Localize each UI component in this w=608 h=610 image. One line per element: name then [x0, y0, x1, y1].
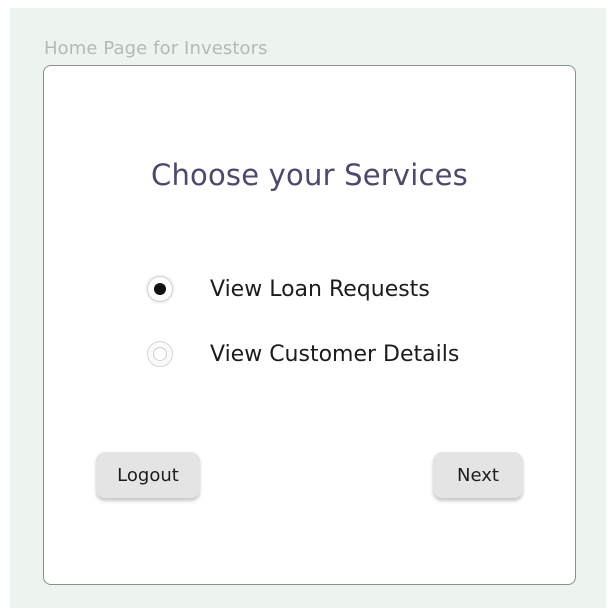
option-label: View Loan Requests — [210, 276, 430, 302]
option-view-loan-requests[interactable]: View Loan Requests — [147, 276, 430, 302]
services-card: Choose your Services View Loan Requests … — [43, 65, 576, 585]
radio-dot — [154, 283, 166, 295]
next-button[interactable]: Next — [433, 452, 523, 498]
radio-unselected-icon[interactable] — [147, 341, 173, 367]
option-view-customer-details[interactable]: View Customer Details — [147, 341, 459, 367]
page-title: Choose your Services — [151, 158, 468, 192]
radio-ring — [153, 347, 167, 361]
logout-button[interactable]: Logout — [96, 452, 200, 498]
option-label: View Customer Details — [210, 341, 460, 367]
frame-label: Home Page for Investors — [44, 38, 268, 59]
radio-selected-icon[interactable] — [147, 276, 173, 302]
